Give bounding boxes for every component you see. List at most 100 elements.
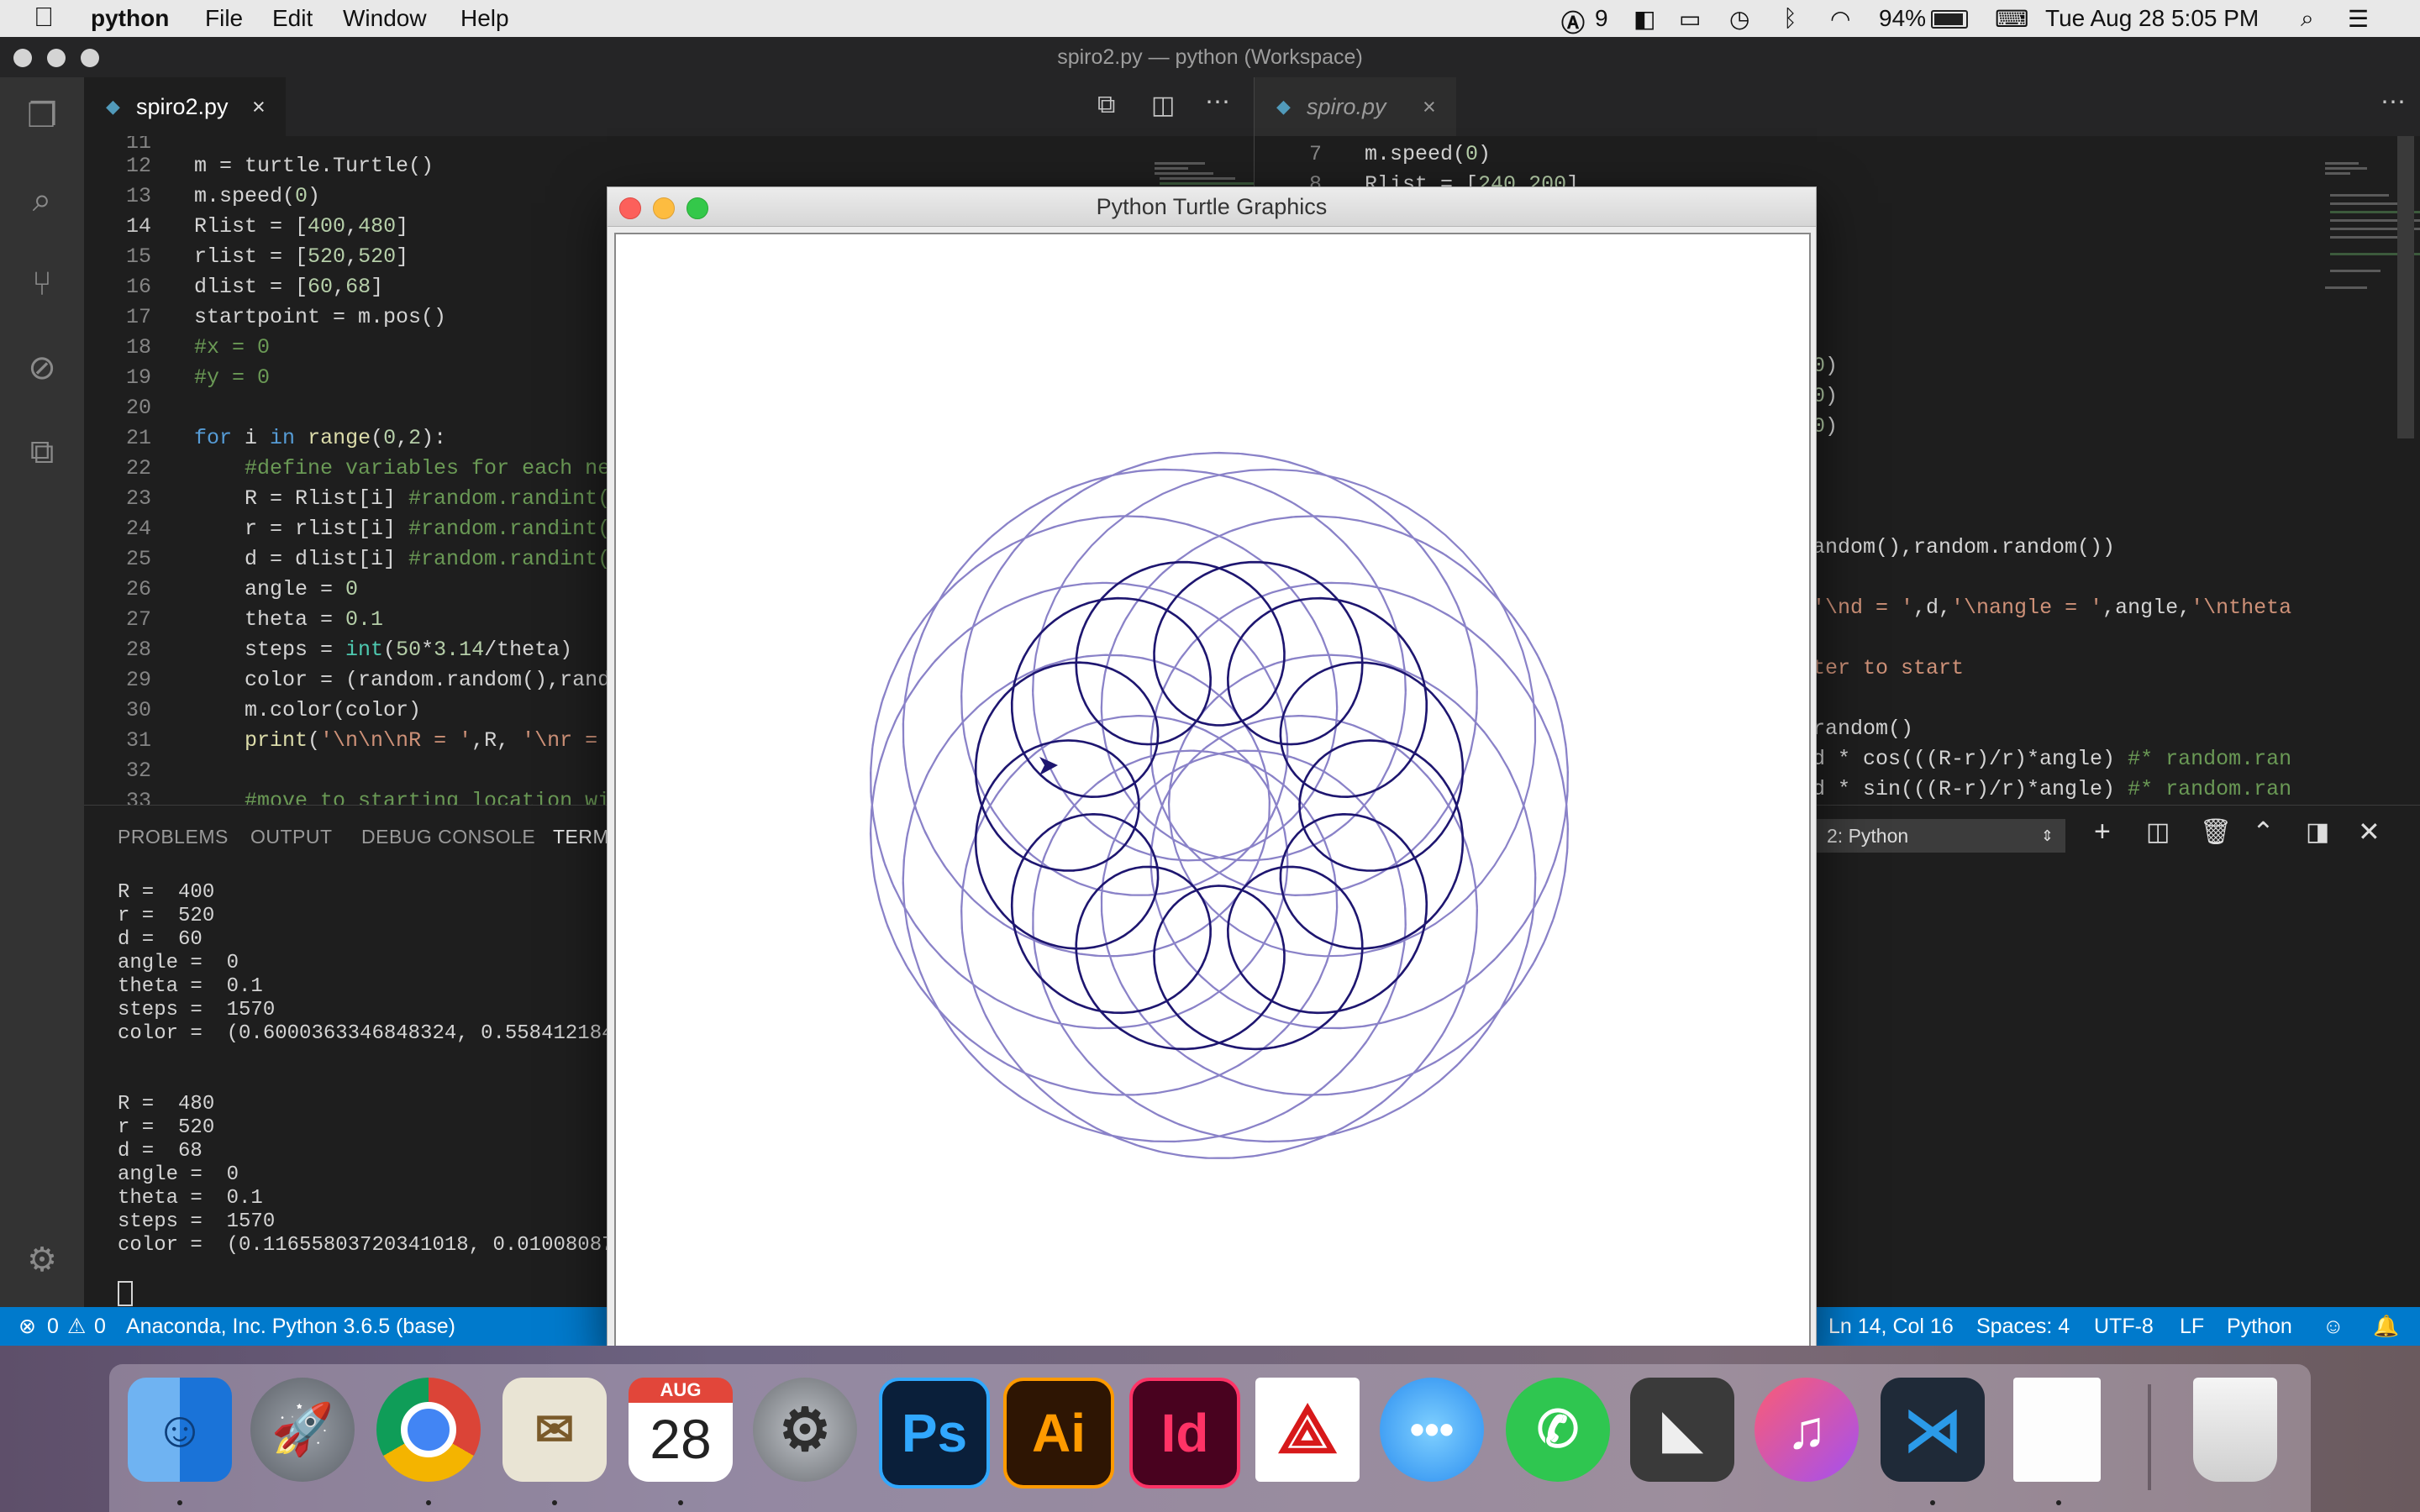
acrobat-icon[interactable]: ⟁ xyxy=(1255,1378,1360,1482)
encoding[interactable]: UTF-8 xyxy=(2094,1307,2154,1346)
line-number: 16 xyxy=(125,275,151,299)
end-of-line[interactable]: LF xyxy=(2180,1307,2204,1346)
close-window-icon[interactable] xyxy=(13,49,32,67)
feedback-smiley-icon[interactable]: ☺ xyxy=(2323,1307,2344,1346)
tab-spiro2[interactable]: ◆ spiro2.py × xyxy=(84,77,286,136)
debug-icon[interactable]: ⊘ xyxy=(22,348,62,388)
terminal-line: theta = 0.1 xyxy=(118,975,263,998)
terminal-line: d = 60 xyxy=(118,928,203,951)
zoom-window-icon[interactable] xyxy=(687,197,708,219)
close-tab-icon[interactable]: × xyxy=(1423,77,1436,136)
cursor-position[interactable]: Ln 14, Col 16 xyxy=(1828,1307,1954,1346)
code-line: steps = int(50*3.14/theta) xyxy=(194,638,573,662)
line-number: 13 xyxy=(125,184,151,208)
warnings-count[interactable]: 0 xyxy=(94,1307,106,1346)
minimize-window-icon[interactable] xyxy=(47,49,66,67)
system-preferences-icon[interactable]: ⚙ xyxy=(753,1378,857,1482)
photoshop-icon[interactable]: Ps xyxy=(879,1378,990,1488)
search-icon[interactable]: ⌕ xyxy=(22,180,62,220)
menu-app-name[interactable]: python xyxy=(91,5,169,32)
bluetooth-icon[interactable]: ᛒ xyxy=(1783,5,1797,32)
line-number: 29 xyxy=(125,668,151,692)
tab-debug-console[interactable]: DEBUG CONSOLE xyxy=(361,826,535,848)
launchpad-icon[interactable]: 🚀 xyxy=(250,1378,355,1482)
terminal-line: d = 68 xyxy=(118,1140,203,1163)
tab-label: spiro.py xyxy=(1307,94,1386,119)
turtle-window-titlebar[interactable]: Python Turtle Graphics xyxy=(608,187,1816,227)
close-tab-icon[interactable]: × xyxy=(252,77,266,136)
interpreter-selector[interactable]: Anaconda, Inc. Python 3.6.5 (base) xyxy=(126,1307,455,1346)
wifi-icon[interactable]: ◠ xyxy=(1830,5,1850,33)
errors-icon[interactable]: ⊗ xyxy=(18,1307,36,1346)
tab-terminal[interactable]: TERM xyxy=(553,826,609,848)
split-editor-icon[interactable]: ◫ xyxy=(1151,91,1175,120)
notification-center-icon[interactable]: ☰ xyxy=(2348,5,2369,33)
zoom-window-icon[interactable] xyxy=(81,49,99,67)
close-window-icon[interactable] xyxy=(619,197,641,219)
clock-datetime[interactable]: Tue Aug 28 5:05 PM xyxy=(2045,5,2259,32)
explorer-icon[interactable]: ❐ xyxy=(22,96,62,136)
menu-edit[interactable]: Edit xyxy=(272,5,313,32)
menu-help[interactable]: Help xyxy=(460,5,509,32)
tab-spiro[interactable]: ◆ spiro.py × xyxy=(1255,77,1456,136)
vscode-icon[interactable]: ⋊ xyxy=(1881,1378,1985,1482)
itunes-icon[interactable]: ♫ xyxy=(1754,1378,1859,1482)
kill-terminal-icon[interactable]: 🗑 xyxy=(2200,817,2232,847)
keyboard-input-icon[interactable]: ⌨ xyxy=(1995,5,2028,33)
battery-icon[interactable] xyxy=(1931,10,1968,29)
maximize-panel-icon[interactable]: ⌃ xyxy=(2252,816,2275,848)
errors-count[interactable]: 0 xyxy=(47,1307,59,1346)
code-line: #x = 0 xyxy=(194,335,271,360)
settings-gear-icon[interactable]: ⚙ xyxy=(22,1240,62,1280)
adobe-notification-icon[interactable]: Ⓐ xyxy=(1561,5,1585,39)
spirograph-inner-curve xyxy=(974,560,1465,1051)
menu-window[interactable]: Window xyxy=(343,5,427,32)
indesign-icon[interactable]: Id xyxy=(1129,1378,1240,1488)
toggle-panel-position-icon[interactable]: ◨ xyxy=(2306,817,2329,847)
split-view-icon[interactable]: ◧ xyxy=(1634,5,1655,33)
line-number: 33 xyxy=(125,789,151,805)
terminal-line: theta = 0.1 xyxy=(118,1187,263,1210)
chrome-icon[interactable] xyxy=(376,1378,481,1482)
language-mode[interactable]: Python xyxy=(2227,1307,2292,1346)
indentation[interactable]: Spaces: 4 xyxy=(1976,1307,2070,1346)
minimap[interactable] xyxy=(2273,136,2420,289)
more-actions-icon[interactable]: ⋯ xyxy=(1205,87,1230,117)
notifications-bell-icon[interactable]: 🔔 xyxy=(2373,1307,2399,1346)
turtle-canvas[interactable] xyxy=(614,233,1811,1350)
spotlight-search-icon[interactable]: ⌕ xyxy=(2301,5,2314,33)
mail-stamp-icon[interactable]: ✉ xyxy=(502,1378,607,1482)
tab-output[interactable]: OUTPUT xyxy=(250,826,333,848)
more-actions-icon[interactable]: ⋯ xyxy=(2381,87,2406,117)
split-terminal-icon[interactable]: ◫ xyxy=(2146,817,2170,847)
turtle-graphics-window: Python Turtle Graphics xyxy=(607,186,1817,1356)
time-machine-icon[interactable]: ◷ xyxy=(1729,5,1749,33)
whatsapp-icon[interactable]: ✆ xyxy=(1506,1378,1610,1482)
code-line: #move to starting location wit xyxy=(245,789,623,805)
tab-problems[interactable]: PROBLEMS xyxy=(118,826,229,848)
minimize-window-icon[interactable] xyxy=(653,197,675,219)
turtle-window-title: Python Turtle Graphics xyxy=(1096,194,1328,219)
close-panel-icon[interactable]: ✕ xyxy=(2358,816,2381,848)
display-icon[interactable]: ▭ xyxy=(1679,5,1701,33)
code-line-fragment: d * cos(((R-r)/r)*angle) #* random.ran xyxy=(1812,747,2292,771)
scrollbar[interactable] xyxy=(2397,136,2414,438)
code-line: r = rlist[i] #random.randint(0 xyxy=(194,517,623,541)
apple-icon[interactable]:  xyxy=(34,2,54,33)
terminal-select[interactable]: 2: Python ⇕ xyxy=(1813,819,2065,853)
open-changes-icon[interactable]: ⧉ xyxy=(1097,91,1115,119)
warnings-icon[interactable]: ⚠ xyxy=(67,1307,86,1346)
illustrator-icon[interactable]: Ai xyxy=(1003,1378,1114,1488)
messages-icon[interactable]: ••• xyxy=(1380,1378,1484,1482)
running-indicator xyxy=(1930,1500,1935,1505)
rhino-icon[interactable]: ◣ xyxy=(1630,1378,1734,1482)
extensions-icon[interactable]: ⧉ xyxy=(22,432,62,472)
trash-icon[interactable] xyxy=(2193,1378,2277,1482)
new-terminal-icon[interactable]: + xyxy=(2094,816,2111,848)
finder-icon[interactable]: ☺ xyxy=(128,1378,232,1482)
menu-file[interactable]: File xyxy=(205,5,243,32)
code-line: print('\n\n\nR = ',R, '\nr = ' xyxy=(245,728,623,753)
document-icon[interactable] xyxy=(2013,1378,2101,1482)
source-control-icon[interactable]: ⑂ xyxy=(22,264,62,304)
calendar-icon[interactable]: AUG 28 xyxy=(629,1378,733,1482)
